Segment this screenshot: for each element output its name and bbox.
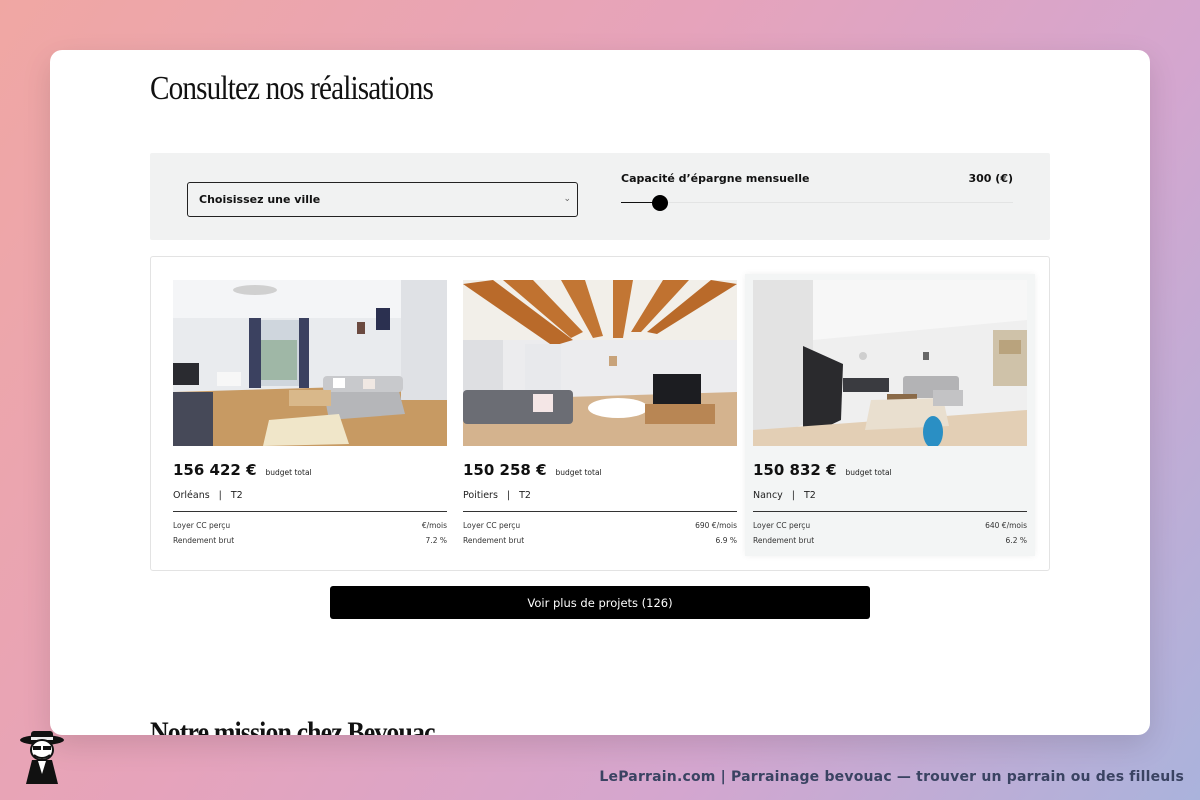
yield-label: Rendement brut — [463, 536, 525, 545]
separator: | — [506, 490, 511, 501]
project-type: T2 — [230, 490, 243, 501]
chevron-down-icon: ⌄ — [563, 194, 571, 204]
project-city: Orléans — [173, 490, 210, 501]
next-section-title: Notre mission chez Bevouac — [150, 716, 435, 735]
project-photo[interactable] — [173, 280, 447, 446]
project-city: Nancy — [753, 490, 783, 501]
slider-track — [621, 202, 1013, 203]
project-price: 150 258 € — [463, 461, 547, 479]
project-price: 156 422 € — [173, 461, 257, 479]
project-photo[interactable] — [463, 280, 737, 446]
section-title: Consultez nos réalisations — [150, 70, 434, 107]
divider — [463, 511, 737, 512]
city-select-value: Choisissez une ville — [199, 193, 321, 206]
projects-list: 156 422 € budget total Orléans | T2 Loye… — [150, 256, 1050, 571]
rent-label: Loyer CC perçu — [753, 521, 811, 530]
city-select[interactable]: Choisissez une ville ⌄ — [187, 182, 578, 217]
savings-value: 300 (€) — [968, 172, 1014, 185]
rent-value: €/mois — [421, 521, 447, 530]
savings-label: Capacité d’épargne mensuelle — [621, 172, 810, 185]
divider — [753, 511, 1027, 512]
price-caption: budget total — [845, 468, 892, 477]
divider — [173, 511, 447, 512]
rent-value: 640 €/mois — [985, 521, 1027, 530]
rent-label: Loyer CC perçu — [173, 521, 231, 530]
yield-value: 6.9 % — [715, 536, 737, 545]
main-card: Consultez nos réalisations Choisissez un… — [50, 50, 1150, 735]
yield-label: Rendement brut — [173, 536, 235, 545]
rent-value: 690 €/mois — [695, 521, 737, 530]
slider-thumb[interactable] — [652, 195, 669, 211]
filters-panel: Choisissez une ville ⌄ Capacité d’épargn… — [150, 153, 1050, 240]
rent-label: Loyer CC perçu — [463, 521, 521, 530]
project-type: T2 — [804, 490, 816, 501]
project-card[interactable]: 150 832 € budget total Nancy | T2 Loyer … — [745, 274, 1035, 556]
project-card[interactable]: 156 422 € budget total Orléans | T2 Loye… — [165, 274, 455, 556]
separator: | — [218, 490, 222, 501]
separator: | — [791, 490, 795, 501]
yield-value: 7.2 % — [425, 536, 447, 545]
detective-mascot-icon — [18, 728, 66, 784]
yield-label: Rendement brut — [753, 536, 815, 545]
savings-slider[interactable] — [621, 195, 1013, 211]
yield-value: 6.2 % — [1005, 536, 1027, 545]
project-card[interactable]: 150 258 € budget total Poitiers | T2 Loy… — [455, 274, 745, 556]
project-city: Poitiers — [463, 490, 498, 501]
see-more-projects-button[interactable]: Voir plus de projets (126) — [330, 586, 870, 619]
price-caption: budget total — [265, 468, 312, 477]
footer-caption: LeParrain.com | Parrainage bevouac — tro… — [599, 769, 1184, 785]
project-type: T2 — [519, 490, 531, 501]
price-caption: budget total — [555, 468, 602, 477]
project-photo[interactable] — [753, 280, 1027, 446]
project-price: 150 832 € — [753, 461, 837, 479]
